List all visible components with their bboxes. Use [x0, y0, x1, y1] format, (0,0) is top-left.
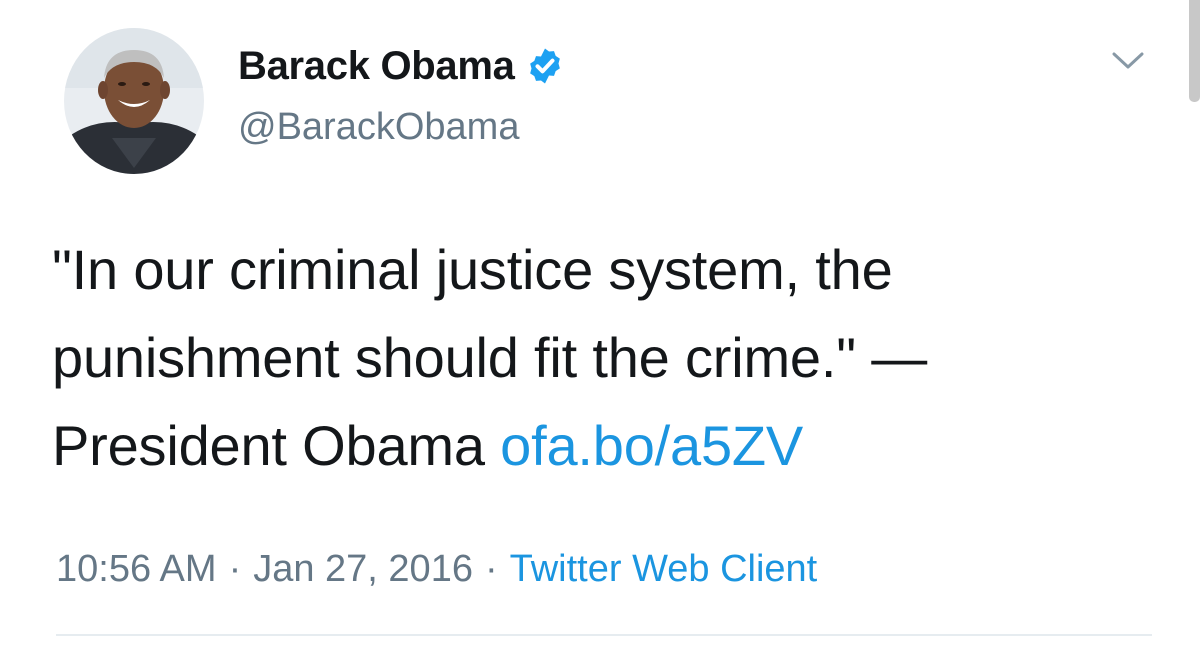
author-handle[interactable]: @BarackObama — [238, 106, 519, 149]
tweet-time[interactable]: 10:56 AM — [56, 548, 217, 590]
author-name-row: Barack Obama — [238, 42, 565, 90]
tweet-date[interactable]: Jan 27, 2016 — [253, 548, 473, 590]
tweet-link[interactable]: ofa.bo/a5ZV — [500, 414, 803, 477]
tweet-meta: 10:56 AM · Jan 27, 2016 · Twitter Web Client — [56, 548, 817, 591]
author-display-name[interactable]: Barack Obama — [238, 44, 515, 89]
tweet-source-link[interactable]: Twitter Web Client — [510, 548, 818, 590]
avatar-photo — [64, 28, 204, 174]
meta-separator: · — [228, 548, 242, 590]
tweet-text: "In our criminal justice system, the pun… — [52, 226, 1172, 490]
tweet-text-line-2: punishment should fit the crime." — — [52, 326, 928, 389]
meta-separator: · — [484, 548, 498, 590]
scrollbar-thumb[interactable] — [1189, 0, 1200, 102]
chevron-down-icon[interactable] — [1110, 46, 1146, 74]
divider — [56, 634, 1152, 636]
tweet-text-attribution: President Obama — [52, 414, 501, 477]
verified-badge-icon — [529, 48, 560, 84]
tweet-card: Barack Obama @BarackObama "In our crimin… — [0, 0, 1200, 648]
tweet-text-line-3: President Obama ofa.bo/a5ZV — [52, 402, 1172, 490]
tweet-text-line-1: "In our criminal justice system, the — [52, 238, 893, 301]
avatar[interactable] — [64, 28, 204, 174]
